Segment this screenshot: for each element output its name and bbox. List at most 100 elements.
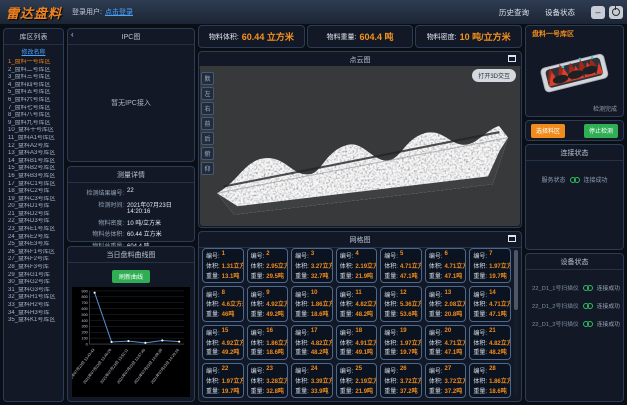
sidebar-item-area[interactable]: 23_盘料E1号库区 [4,226,63,234]
sidebar-item-area[interactable]: 13_盘料A3号库区 [4,150,63,158]
sidebar-item-area[interactable]: 2_盘料二号库区 [4,67,63,75]
sidebar-item-area[interactable]: 35_盘料K1号库区 [4,317,63,325]
sidebar-item-area[interactable]: 11_盘料A1号库区 [4,135,63,143]
sidebar-item-area[interactable]: 5_盘料五号库区 [4,89,63,97]
open-3d-button[interactable]: 打开3D交互 [472,69,516,82]
grid-card-line: 编号:13 [429,290,465,299]
sidebar-item-area[interactable]: 21_盘料D2号库 [4,211,63,219]
select-area-button[interactable]: 选择料区 [531,124,565,138]
sidebar-item-area[interactable]: 19_盘料C3号库区 [4,196,63,204]
sidebar-item-area[interactable]: 9_盘料九号库区 [4,120,63,128]
storage-area-list[interactable]: 1_盘料一号库区2_盘料二号库区3_盘料三号库区4_盘料四号库区5_盘料五号库区… [4,58,63,401]
refresh-curve-button[interactable]: 刷新曲线 [112,270,150,283]
sidebar-item-area[interactable]: 16_盘料B3号库区 [4,173,63,181]
view-button[interactable]: 右 [201,102,214,115]
daily-curve-panel: 当日盘料曲线图 刷新曲线 010020030040050060070080090… [67,246,195,402]
device-status-link[interactable]: 设备状态 [545,7,575,18]
svg-text:700: 700 [82,301,88,305]
rename-link[interactable]: 修改名称 [4,45,63,58]
grid-card-label: 重量: [340,271,354,280]
sidebar-item-area[interactable]: 27_盘料F2号库 [4,256,63,264]
grid-card-label: 编号: [251,251,265,260]
grid-card: 编号:14体积:4.71立方米重量:47.1吨 [469,286,511,321]
sidebar-item-area[interactable]: 33_盘料H2号库 [4,302,63,310]
maximize-icon[interactable] [508,55,516,62]
grid-card-value: 3.39立方米 [311,376,333,385]
grid-card-line: 编号:12 [384,290,420,299]
power-icon[interactable] [609,6,623,19]
stat-box: 物料体积:60.44 立方米 [198,25,305,48]
grid-card-label: 重量: [206,309,220,318]
stat-value: 60.44 立方米 [242,30,294,43]
view-button[interactable]: 默 [201,72,214,85]
grid-card-label: 重量: [251,271,265,280]
sidebar-item-area[interactable]: 24_盘料E2号库 [4,234,63,242]
collapse-chevron-icon[interactable]: ‹ [71,30,74,39]
grid-card-label: 重量: [295,271,309,280]
grid-card-value: 13 [445,290,452,299]
grid-scrollbar[interactable] [514,250,518,396]
sidebar-item-area[interactable]: 29_盘料G1号库 [4,272,63,280]
grid-card-label: 体积: [251,261,265,270]
grid-card-line: 重量:49.2吨 [251,309,287,318]
history-query-link[interactable]: 历史查询 [499,7,529,18]
grid-card-label: 编号: [473,328,487,337]
device-name: 22_D1_1号扫描仪 [532,283,579,292]
grid-card-value: 1.97立方米 [489,261,511,270]
sidebar-item-area[interactable]: 30_盘料G2号库 [4,279,63,287]
sidebar-item-area[interactable]: 32_盘料H1号库区 [4,294,63,302]
sidebar-item-area[interactable]: 4_盘料四号库区 [4,82,63,90]
sidebar-item-area[interactable]: 34_盘料H3号库 [4,310,63,318]
grid-card-line: 体积:4.91立方米 [340,338,376,347]
storage-area-list-title: 库区列表 [4,29,63,45]
minimize-button[interactable]: – [591,6,605,19]
grid-card-value: 4.82立方米 [489,338,511,347]
stop-detect-button[interactable]: 停止检测 [584,124,618,138]
sidebar-item-area[interactable]: 31_盘料G3号库 [4,287,63,295]
sidebar-item-area[interactable]: 26_盘料F1号库区 [4,249,63,257]
point-cloud-viewport[interactable] [200,66,520,226]
grid-card-line: 重量:48.2吨 [295,347,331,356]
sidebar-item-area[interactable]: 20_盘料D1号库 [4,203,63,211]
sidebar-item-area[interactable]: 3_盘料三号库区 [4,74,63,82]
sidebar-item-area[interactable]: 28_盘料F3号库 [4,264,63,272]
grid-card-line: 编号:21 [473,328,509,337]
grid-card-line: 重量:21.9吨 [340,271,376,280]
grid-card-label: 编号: [429,328,443,337]
svg-text:400: 400 [82,319,88,323]
sidebar-item-area[interactable]: 8_盘料八号库区 [4,112,63,120]
sidebar-item-area[interactable]: 18_盘料C2号库 [4,188,63,196]
curve-chart-area: 01002003004005006007008009002021年07月23日 … [72,287,190,397]
grid-card-value: 18.6吨 [266,347,284,356]
sidebar-item-area[interactable]: 6_盘料六号库区 [4,97,63,105]
view-button[interactable]: 左 [201,87,214,100]
grid-card-value: 48.2吨 [489,347,507,356]
login-link[interactable]: 点击登录 [105,7,133,17]
grid-card-line: 重量:49.1吨 [340,347,376,356]
grid-scrollbar-thumb[interactable] [514,250,518,310]
grid-card-label: 编号: [206,251,220,260]
sidebar-item-area[interactable]: 25_盘料E3号库 [4,241,63,249]
grid-card: 编号:16体积:1.86立方米重量:18.6吨 [247,325,289,360]
view-button[interactable]: 后 [201,132,214,145]
sidebar-item-area[interactable]: 14_盘料B1号库区 [4,158,63,166]
device-row: 22_D1_1号扫描仪连接成功 [526,283,623,292]
sidebar-item-area[interactable]: 7_盘料七号库区 [4,105,63,113]
grid-card-value: 18.6吨 [489,386,507,395]
sidebar-item-area[interactable]: 1_盘料一号库区 [4,59,63,67]
grid-card-label: 重量: [340,347,354,356]
grid-maximize-icon[interactable] [508,235,516,242]
sidebar-item-area[interactable]: 17_盘料C1号库区 [4,181,63,189]
sidebar-item-area[interactable]: 10_盘料十号库区 [4,127,63,135]
view-button[interactable]: 俯 [201,147,214,160]
view-button[interactable]: 前 [201,117,214,130]
view-button[interactable]: 仰 [201,162,214,175]
grid-card-label: 重量: [206,271,220,280]
grid-card-value: 5.36立方米 [400,299,422,308]
sidebar-item-area[interactable]: 22_盘料D3号库 [4,218,63,226]
sidebar-item-area[interactable]: 15_盘料B2号库区 [4,165,63,173]
grid-card-line: 体积:1.97立方米 [473,261,509,270]
grid-card-line: 编号:25 [340,366,376,375]
grid-card: 编号:15体积:4.92立方米重量:49.2吨 [202,325,244,360]
sidebar-item-area[interactable]: 12_盘料A2号库 [4,143,63,151]
